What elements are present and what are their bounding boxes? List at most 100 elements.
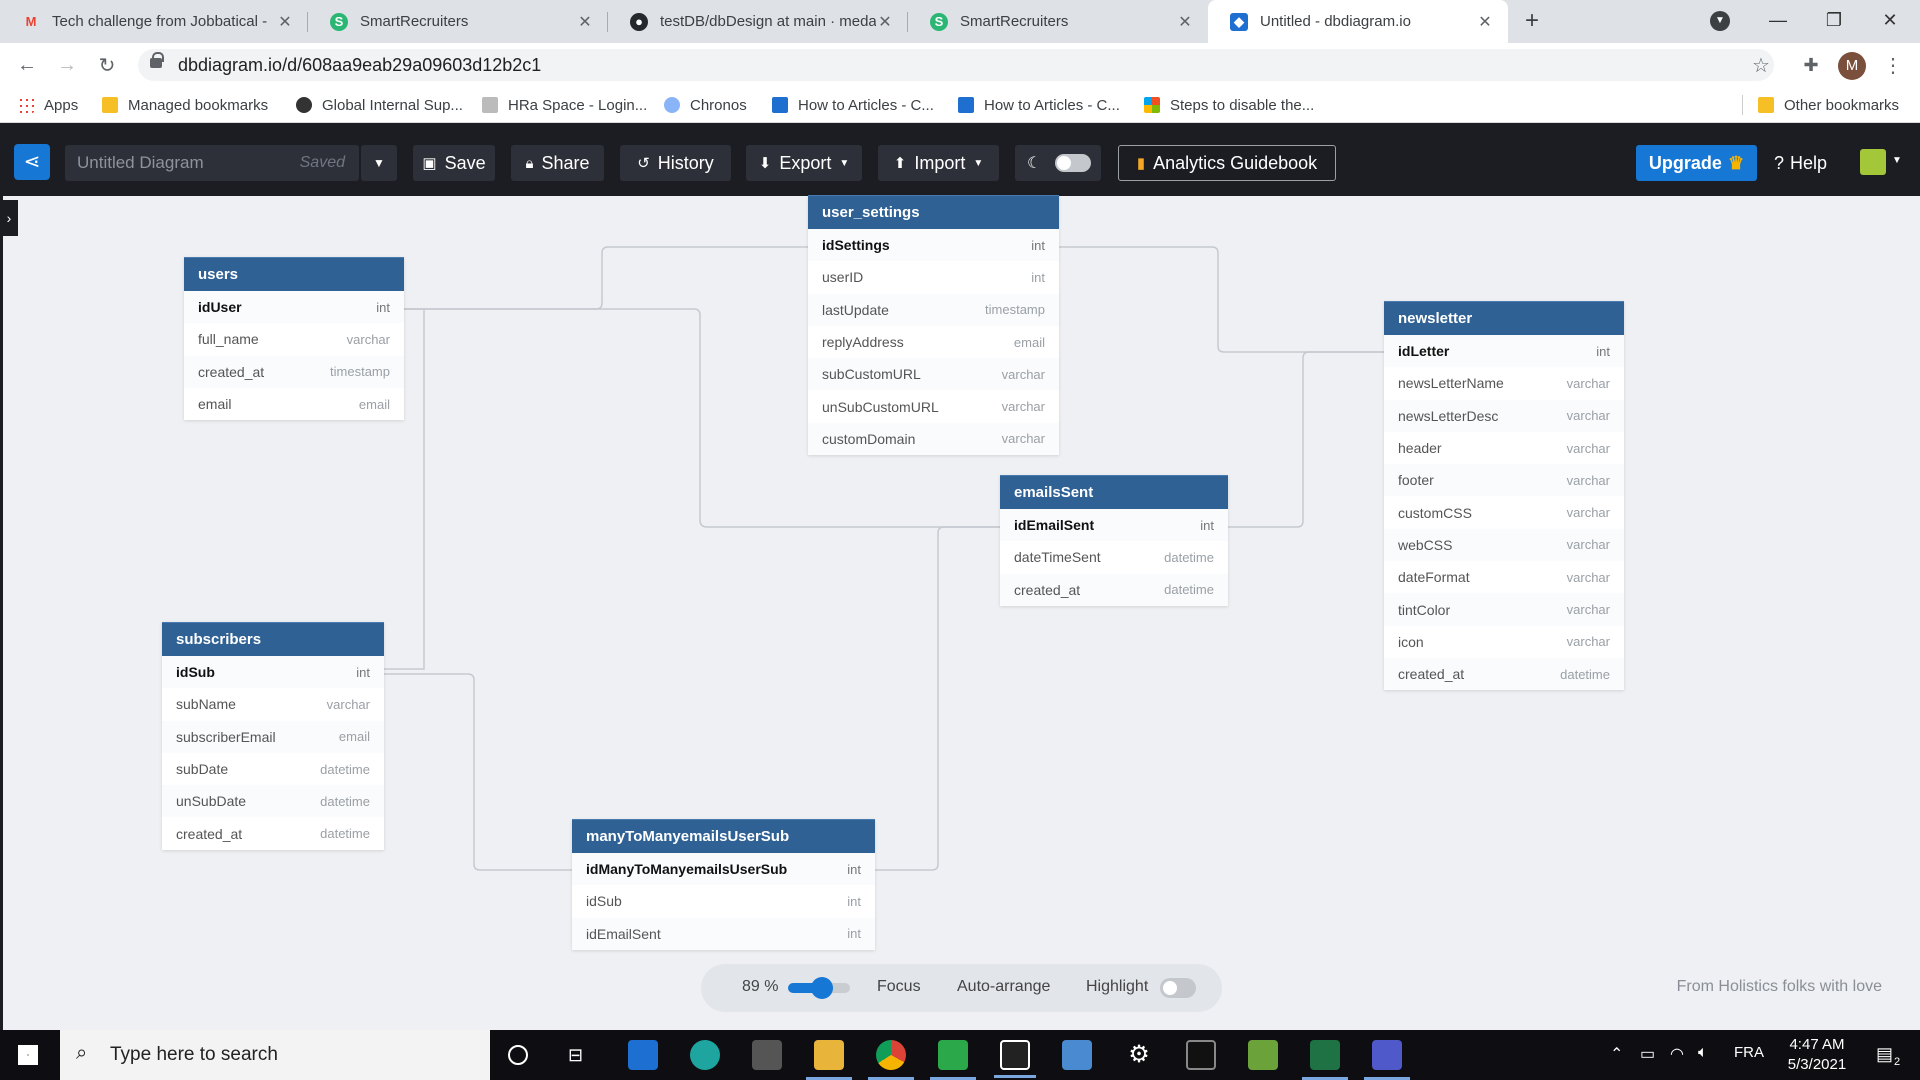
intellij-icon[interactable] — [994, 1040, 1036, 1078]
table-header[interactable]: users — [184, 257, 404, 291]
table-many-to-many[interactable]: manyToManyemailsUserSub idManyToManyemai… — [572, 819, 875, 950]
field-name: idLetter — [1398, 343, 1450, 360]
table-row[interactable]: userID int — [808, 261, 1059, 293]
field-name: idSettings — [822, 237, 890, 254]
zoom-slider-handle[interactable] — [811, 977, 833, 999]
edge-icon[interactable] — [690, 1040, 720, 1070]
table-row[interactable]: newsLetterName varchar — [1384, 367, 1624, 399]
table-row[interactable]: created_at datetime — [162, 817, 384, 849]
field-type: int — [847, 861, 861, 877]
mail-icon[interactable] — [628, 1040, 658, 1070]
volume-icon[interactable]: 🔈︎ — [1698, 1044, 1708, 1062]
task-view-icon[interactable]: ⊟ — [568, 1045, 583, 1066]
table-header[interactable]: manyToManyemailsUserSub — [572, 819, 875, 853]
table-row[interactable]: header varchar — [1384, 432, 1624, 464]
credit-text: From Holistics folks with love — [1676, 978, 1882, 995]
field-type: int — [1596, 343, 1610, 359]
table-row[interactable]: tintColor varchar — [1384, 593, 1624, 626]
table-row[interactable]: idSub int — [162, 656, 384, 689]
excel-icon[interactable] — [1302, 1040, 1348, 1080]
relationship-lines — [384, 246, 1384, 871]
table-row[interactable]: idEmailSent int — [1000, 509, 1228, 542]
windows-taskbar: ⌕ Type here to search ⊟ ⚙ ⌃ ▭ ◠ 🔈︎ FRA 4… — [0, 1030, 1920, 1080]
teams-icon[interactable] — [1364, 1040, 1410, 1080]
field-type: varchar — [1566, 602, 1610, 618]
field-type: varchar — [1566, 440, 1610, 456]
table-user-settings[interactable]: user_settings idSettings int userID int la… — [808, 195, 1059, 456]
field-name: idEmailSent — [1014, 517, 1095, 534]
table-row[interactable]: dateFormat varchar — [1384, 561, 1624, 593]
field-name: newsLetterDesc — [1398, 407, 1499, 424]
table-row[interactable]: dateTimeSent datetime — [1000, 541, 1228, 573]
table-row[interactable]: subCustomURL varchar — [808, 358, 1059, 391]
table-row[interactable]: idSettings int — [808, 229, 1059, 262]
windows-start-icon[interactable] — [18, 1045, 38, 1065]
field-name: subscriberEmail — [176, 728, 276, 745]
store-icon[interactable] — [752, 1040, 782, 1070]
table-users[interactable]: users idUser int full_name varchar created… — [184, 257, 404, 421]
chrome-icon[interactable] — [868, 1040, 914, 1080]
table-header[interactable]: subscribers — [162, 622, 384, 656]
field-name: icon — [1398, 633, 1424, 650]
table-row[interactable]: idManyToManyemailsUserSub int — [572, 853, 875, 886]
table-header[interactable]: user_settings — [808, 195, 1059, 229]
field-name: subDate — [176, 761, 229, 778]
table-emailssent[interactable]: emailsSent idEmailSent int dateTimeSent da… — [1000, 475, 1228, 606]
table-row[interactable]: full_name varchar — [184, 323, 404, 355]
table-row[interactable]: newsLetterDesc varchar — [1384, 399, 1624, 432]
field-name: created_at — [176, 825, 243, 842]
project-app-icon[interactable] — [930, 1040, 976, 1080]
table-row[interactable]: subscriberEmail email — [162, 720, 384, 753]
notification-count: 2 — [1894, 1056, 1901, 1068]
clock[interactable]: 4:47 AM 5/3/2021 — [1772, 1035, 1862, 1075]
table-row[interactable]: unSubCustomURL varchar — [808, 390, 1059, 422]
field-name: idSub — [176, 664, 215, 681]
terminal-icon[interactable] — [1186, 1040, 1216, 1070]
table-row[interactable]: idLetter int — [1384, 335, 1624, 368]
highlight-toggle[interactable] — [1160, 978, 1196, 998]
file-explorer-icon[interactable] — [806, 1040, 852, 1080]
table-row[interactable]: customDomain varchar — [808, 422, 1059, 456]
table-row[interactable]: unSubDate datetime — [162, 785, 384, 818]
table-header[interactable]: emailsSent — [1000, 475, 1228, 509]
table-row[interactable]: replyAddress email — [808, 326, 1059, 358]
media-app-icon[interactable] — [1062, 1040, 1092, 1070]
chevron-up-icon[interactable]: ⌃ — [1610, 1044, 1623, 1064]
field-type: timestamp — [985, 302, 1045, 318]
focus-button[interactable]: Focus — [877, 978, 921, 996]
table-row[interactable]: lastUpdate timestamp — [808, 293, 1059, 326]
table-row[interactable]: footer varchar — [1384, 464, 1624, 497]
table-row[interactable]: created_at datetime — [1384, 657, 1624, 691]
settings-gear-icon[interactable]: ⚙ — [1124, 1040, 1154, 1070]
table-row[interactable]: idSub int — [572, 885, 875, 917]
field-type: datetime — [320, 761, 370, 777]
cortana-icon[interactable] — [508, 1045, 528, 1065]
table-row[interactable]: idEmailSent int — [572, 917, 875, 950]
table-row[interactable]: icon varchar — [1384, 626, 1624, 658]
table-row[interactable]: created_at timestamp — [184, 355, 404, 388]
notification-icon[interactable]: ▤ — [1876, 1044, 1893, 1065]
table-row[interactable]: email email — [184, 388, 404, 420]
table-row[interactable]: subDate datetime — [162, 753, 384, 785]
auto-arrange-button[interactable]: Auto-arrange — [957, 978, 1050, 996]
table-header[interactable]: newsletter — [1384, 301, 1624, 335]
field-name: customCSS — [1398, 504, 1472, 521]
notepad-icon[interactable] — [1248, 1040, 1278, 1070]
taskbar-search-input[interactable]: ⌕ Type here to search — [60, 1030, 490, 1080]
field-type: int — [847, 926, 861, 942]
language-indicator[interactable]: FRA — [1734, 1044, 1764, 1061]
table-subscribers[interactable]: subscribers idSub int subName varchar subs… — [162, 622, 384, 850]
table-row[interactable]: webCSS varchar — [1384, 528, 1624, 562]
battery-icon[interactable]: ▭ — [1640, 1044, 1655, 1064]
field-name: lastUpdate — [822, 301, 889, 318]
wifi-icon[interactable]: ◠ — [1670, 1044, 1684, 1064]
field-type: int — [1200, 517, 1214, 533]
table-row[interactable]: customCSS varchar — [1384, 496, 1624, 528]
table-row[interactable]: subName varchar — [162, 688, 384, 720]
table-row[interactable]: created_at datetime — [1000, 573, 1228, 606]
field-type: varchar — [1566, 375, 1610, 391]
table-newsletter[interactable]: newsletter idLetter int newsLetterName var… — [1384, 301, 1624, 691]
table-row[interactable]: idUser int — [184, 291, 404, 324]
field-type: email — [338, 729, 370, 745]
search-icon: ⌕ — [76, 1042, 88, 1064]
